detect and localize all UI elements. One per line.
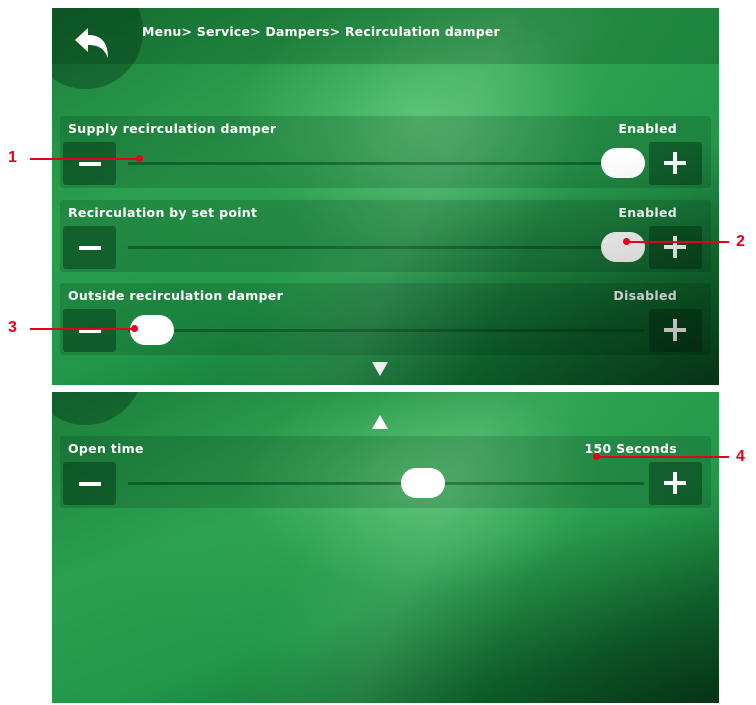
setting-label: Outside recirculation damper xyxy=(68,288,284,303)
settings-screen-page-2: Open time 150 Seconds xyxy=(52,392,719,703)
setting-label: Supply recirculation damper xyxy=(68,121,277,136)
slider-thumb[interactable] xyxy=(401,468,445,498)
slider-track[interactable] xyxy=(128,482,644,485)
setting-row-recirculation-by-set-point: Recirculation by set point Enabled xyxy=(60,200,711,272)
setting-row-outside-recirculation-damper: Outside recirculation damper Disabled xyxy=(60,283,711,355)
decrease-button[interactable] xyxy=(63,462,116,505)
decrease-button[interactable] xyxy=(63,142,116,185)
callout-line xyxy=(30,158,138,160)
minus-icon xyxy=(78,245,101,250)
callout-dot xyxy=(623,238,630,245)
callout-line xyxy=(627,241,729,243)
increase-button[interactable] xyxy=(649,142,702,185)
callout-dot xyxy=(136,155,143,162)
breadcrumb: Menu> Service> Dampers> Recirculation da… xyxy=(142,24,500,39)
slider-track[interactable] xyxy=(128,246,644,249)
triangle-down-icon[interactable] xyxy=(372,362,388,376)
callout-dot xyxy=(593,453,600,460)
increase-button[interactable] xyxy=(649,226,702,269)
slider-track[interactable] xyxy=(128,329,644,332)
setting-status: Enabled xyxy=(618,121,677,136)
increase-button[interactable] xyxy=(649,462,702,505)
callout-number: 1 xyxy=(8,149,17,166)
setting-row-open-time: Open time 150 Seconds xyxy=(60,436,711,508)
minus-icon xyxy=(78,481,101,486)
back-button[interactable] xyxy=(64,20,120,66)
callout-number: 2 xyxy=(736,233,745,250)
callout-line xyxy=(30,328,134,330)
setting-status: Enabled xyxy=(618,205,677,220)
callout-number: 3 xyxy=(8,319,17,336)
setting-label: Recirculation by set point xyxy=(68,205,258,220)
back-button-background xyxy=(52,392,143,425)
callout-dot xyxy=(131,325,138,332)
increase-button[interactable] xyxy=(649,309,702,352)
slider-thumb[interactable] xyxy=(601,232,645,262)
settings-screen-page-1: Menu> Service> Dampers> Recirculation da… xyxy=(52,8,719,385)
setting-label: Open time xyxy=(68,441,144,456)
setting-status: Disabled xyxy=(613,288,677,303)
back-arrow-icon xyxy=(75,28,108,58)
triangle-up-icon[interactable] xyxy=(372,415,388,429)
callout-line xyxy=(598,456,729,458)
slider-track[interactable] xyxy=(128,162,644,165)
callout-number: 4 xyxy=(736,448,745,465)
minus-icon xyxy=(78,161,101,166)
slider-thumb[interactable] xyxy=(601,148,645,178)
setting-row-supply-recirculation-damper: Supply recirculation damper Enabled xyxy=(60,116,711,188)
decrease-button[interactable] xyxy=(63,309,116,352)
decrease-button[interactable] xyxy=(63,226,116,269)
